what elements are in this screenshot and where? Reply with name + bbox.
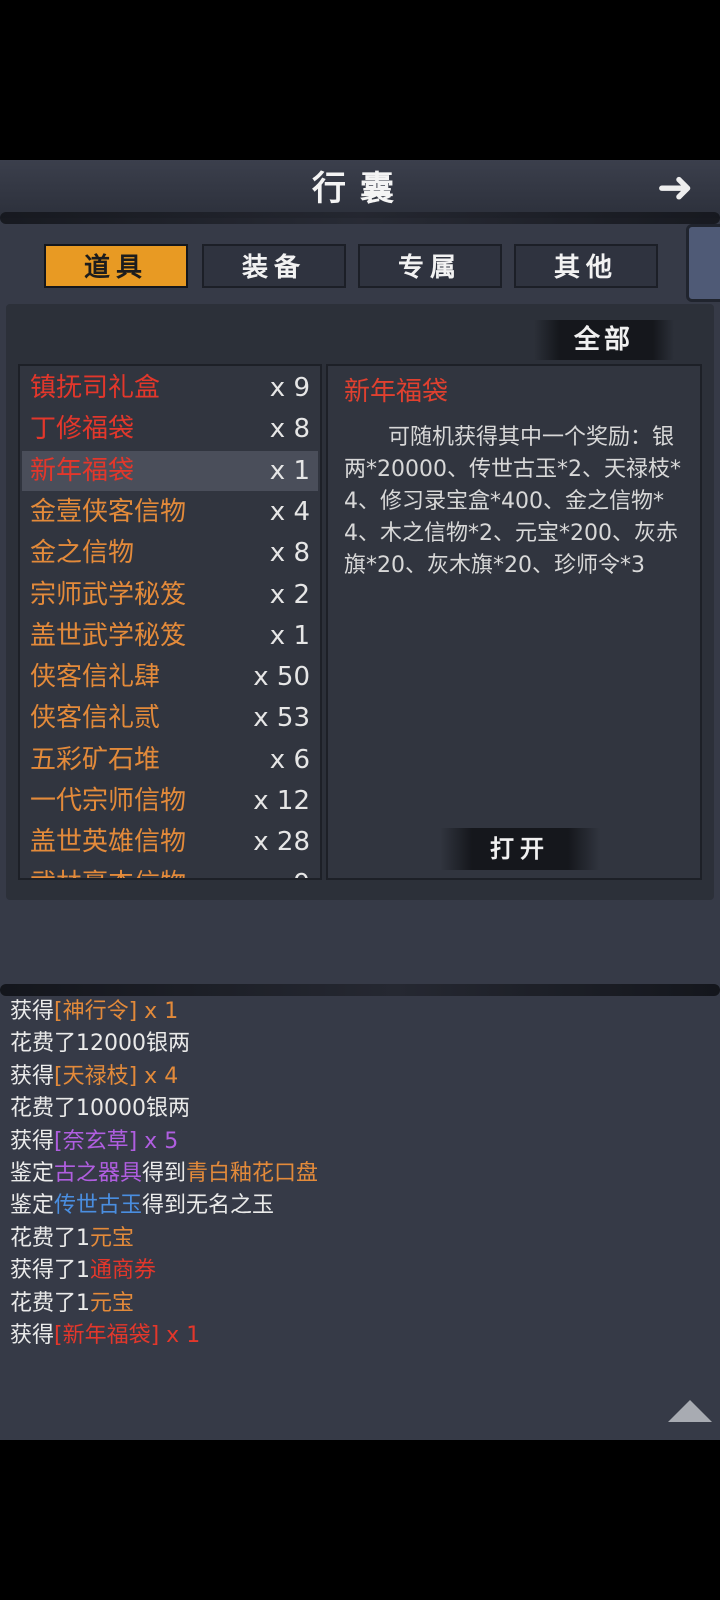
- item-quantity: x 6: [269, 744, 310, 775]
- item-quantity: x 8: [269, 414, 310, 445]
- open-button[interactable]: 打开: [440, 828, 600, 870]
- item-quantity: x 1: [269, 620, 310, 651]
- list-item[interactable]: 侠客信礼肆 x 50: [22, 657, 318, 697]
- item-name: 一代宗师信物: [30, 786, 187, 816]
- log-segment: [神行令] x 1: [54, 999, 179, 1024]
- tab-props[interactable]: 道具: [44, 244, 188, 288]
- log-line: 获得[新年福袋] x 1: [10, 1320, 710, 1352]
- log-segment: 花费了10000银两: [10, 1096, 190, 1122]
- log-segment: 元宝: [90, 1225, 135, 1251]
- log-line: 花费了12000银两: [10, 1028, 710, 1060]
- tab-equipment[interactable]: 装备: [202, 244, 346, 288]
- list-item[interactable]: 金壹侠客信物 x 4: [22, 492, 318, 532]
- tab-other[interactable]: 其他: [514, 244, 658, 288]
- log-segment: [奈玄草] x 5: [54, 1128, 179, 1154]
- list-item[interactable]: 宗师武学秘笈 x 2: [22, 575, 318, 615]
- log-segment: 花费了12000银两: [10, 1031, 190, 1057]
- page-title: 行囊: [312, 169, 408, 209]
- item-quantity: x 9: [269, 373, 310, 403]
- item-list[interactable]: 镇抚司礼盒 x 9 丁修福袋 x 8 新年福袋 x 1 金壹侠客信物 x 4 金之信物 x 8 宗师…: [18, 364, 322, 880]
- item-quantity: x 2: [269, 579, 310, 610]
- log-segment: 花费了1: [10, 1225, 90, 1251]
- inventory-screen: 行囊 ➜ 道具 装备 专属 其他 全部 镇抚司礼盒 x 9 丁修福袋 x 8 新年福袋 x…: [0, 160, 720, 1440]
- item-name: 武林豪杰信物: [30, 864, 186, 878]
- tab-exclusive[interactable]: 专属: [358, 244, 502, 288]
- item-quantity: x 28: [253, 827, 310, 858]
- nav-bar-area: [0, 1440, 720, 1600]
- log-line: 获得[神行令] x 1: [10, 996, 710, 1028]
- log-segment: 获得: [10, 1322, 55, 1348]
- log-line: 鉴定古之器具得到青白釉花口盘: [10, 1158, 710, 1190]
- log-segment: 鉴定: [10, 1160, 55, 1186]
- message-log: 获得[神行令] x 1 花费了12000银两 获得[天禄枝] x 4 花费了10000…: [10, 996, 710, 1352]
- list-item[interactable]: 新年福袋 x 1: [22, 450, 318, 491]
- log-line: 获得[奈玄草] x 5: [10, 1126, 710, 1158]
- item-name: 侠客信礼肆: [30, 662, 161, 693]
- header-bar: 行囊 ➜: [0, 160, 720, 218]
- item-quantity: x 4: [269, 496, 310, 527]
- log-segment: 花费了1: [10, 1290, 90, 1316]
- list-item[interactable]: 丁修福袋 x 8: [22, 409, 318, 449]
- log-segment: 鉴定: [10, 1193, 55, 1219]
- item-name: 新年福袋: [30, 455, 135, 486]
- detail-title: 新年福袋: [344, 377, 449, 407]
- item-name: 侠客信礼贰: [30, 703, 161, 734]
- list-item[interactable]: 一代宗师信物 x 12: [22, 781, 318, 821]
- item-name: 金壹侠客信物: [30, 496, 187, 527]
- log-segment: [新年福袋] x 1: [54, 1322, 201, 1348]
- list-item[interactable]: 武林豪杰信物 x 9: [22, 864, 318, 878]
- item-quantity: x 12: [253, 786, 310, 816]
- list-item[interactable]: 金之信物 x 8: [22, 533, 318, 573]
- item-quantity: x 1: [269, 455, 310, 486]
- log-divider: [0, 984, 720, 996]
- item-name: 镇抚司礼盒: [30, 373, 161, 403]
- item-quantity: x 50: [253, 662, 310, 693]
- filter-all-button[interactable]: 全部: [534, 320, 674, 360]
- log-segment: 得到无名之玉: [142, 1193, 275, 1219]
- list-item[interactable]: 盖世英雄信物 x 28: [22, 822, 318, 862]
- log-segment: 获得: [10, 999, 55, 1024]
- item-name: 金之信物: [30, 538, 135, 569]
- side-scroll-icon[interactable]: [686, 224, 720, 302]
- item-quantity: x 8: [269, 538, 310, 569]
- list-item[interactable]: 盖世武学秘笈 x 1: [22, 616, 318, 656]
- header-divider: [0, 212, 720, 224]
- log-line: 花费了1元宝: [10, 1288, 710, 1320]
- status-bar-area: [0, 0, 720, 160]
- log-segment: 元宝: [90, 1290, 135, 1316]
- log-segment: 获得了1: [10, 1258, 90, 1284]
- log-segment: [天禄枝] x 4: [54, 1063, 179, 1089]
- log-segment: 获得: [10, 1128, 55, 1154]
- log-segment: 传世古玉: [54, 1193, 143, 1219]
- list-item[interactable]: 侠客信礼贰 x 53: [22, 698, 318, 738]
- item-quantity: x 53: [253, 703, 310, 734]
- log-line: 鉴定传世古玉得到无名之玉: [10, 1190, 710, 1222]
- log-segment: 得到: [142, 1160, 187, 1186]
- item-name: 盖世武学秘笈: [30, 620, 187, 651]
- back-arrow-icon[interactable]: ➜: [644, 166, 706, 210]
- log-segment: 通商券: [90, 1258, 157, 1284]
- scroll-up-icon[interactable]: [668, 1400, 712, 1422]
- log-segment: 获得: [10, 1063, 55, 1089]
- item-name: 盖世英雄信物: [30, 827, 187, 858]
- log-line: 花费了1元宝: [10, 1223, 710, 1255]
- detail-description: 可随机获得其中一个奖励：银两*20000、传世古玉*2、天禄枝*4、修习录宝盒*…: [344, 425, 681, 578]
- list-item[interactable]: 五彩矿石堆 x 6: [22, 740, 318, 780]
- log-segment: 青白釉花口盘: [186, 1160, 319, 1186]
- item-name: 五彩矿石堆: [30, 744, 161, 775]
- log-line: 获得[天禄枝] x 4: [10, 1061, 710, 1093]
- item-name: 丁修福袋: [30, 414, 135, 445]
- item-name: 宗师武学秘笈: [30, 579, 187, 610]
- log-segment: 古之器具: [54, 1160, 143, 1186]
- log-line: 花费了10000银两: [10, 1093, 710, 1125]
- item-quantity: x 9: [270, 864, 310, 878]
- list-item[interactable]: 镇抚司礼盒 x 9: [22, 368, 318, 408]
- log-line: 获得了1通商券: [10, 1255, 710, 1287]
